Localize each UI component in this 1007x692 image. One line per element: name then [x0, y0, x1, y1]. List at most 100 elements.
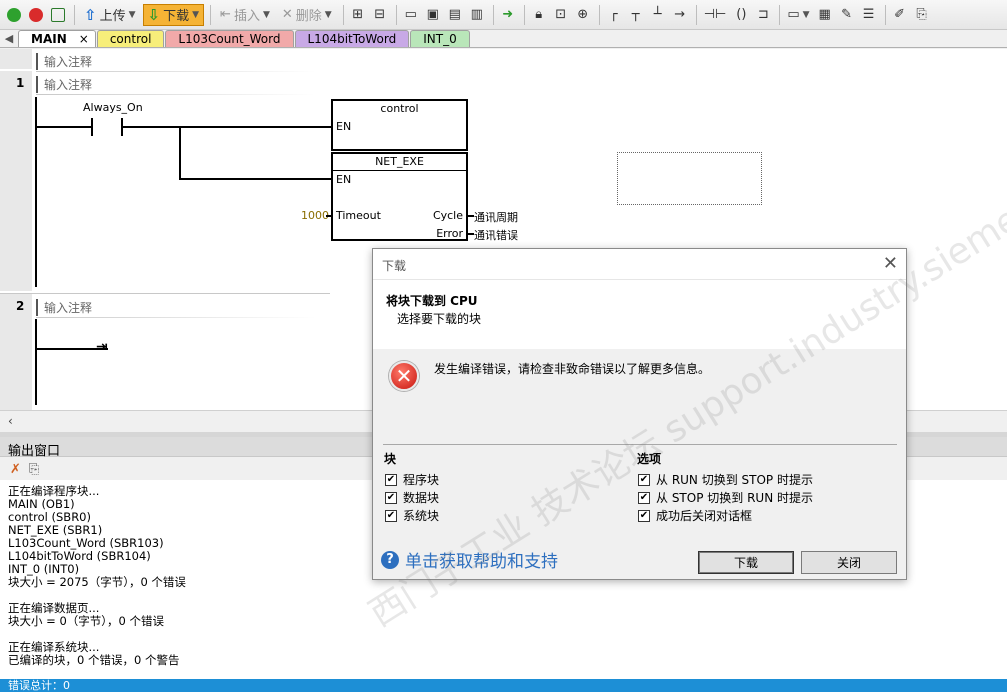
close-on-success-checkbox[interactable]: ✔ 成功后关闭对话框	[638, 507, 752, 524]
run-icon[interactable]	[4, 4, 24, 26]
network-edit-icon[interactable]: ⊟	[370, 4, 390, 26]
contact-icon[interactable]: ⊣⊢	[701, 4, 730, 26]
system-block-checkbox[interactable]: ✔ 系统块	[385, 507, 439, 524]
checkbox-label: 从 RUN 切换到 STOP 时提示	[656, 473, 813, 487]
network-icon[interactable]: ⊞	[348, 4, 368, 26]
tab-control[interactable]: control	[96, 30, 165, 47]
close-button[interactable]: 关闭	[801, 551, 897, 574]
copy-icon[interactable]: ⎘	[29, 462, 39, 477]
network1-gutter	[0, 71, 32, 291]
stop-icon[interactable]	[26, 4, 46, 26]
program-comment[interactable]: 输入注释	[36, 53, 92, 70]
checkbox-label: 数据块	[403, 491, 440, 505]
download-confirm-button[interactable]: 下载	[698, 551, 794, 574]
help-link[interactable]: ? 单击获取帮助和支持	[381, 547, 558, 572]
close-icon[interactable]: ×	[79, 32, 89, 46]
cycle-variable[interactable]: 通讯周期	[474, 209, 518, 225]
insert-button[interactable]: ⇤ 插入 ▼	[215, 4, 275, 26]
scroll-left-icon[interactable]: ‹	[8, 414, 13, 428]
block-open-icon[interactable]: ▣	[423, 4, 443, 26]
insert-label: 插入	[233, 9, 260, 24]
wire	[179, 126, 181, 180]
toolbar-separator	[884, 4, 886, 25]
net-exe-box[interactable]: NET_EXE EN Timeout Cycle Error	[331, 152, 468, 241]
goto-icon[interactable]: ➜	[498, 4, 518, 26]
control-box[interactable]: control EN	[331, 99, 468, 151]
delete-button[interactable]: ✕ 删除 ▼	[277, 4, 337, 26]
options-section-title: 选项	[637, 452, 662, 466]
checkbox-checked-icon: ✔	[385, 473, 397, 486]
tab-main[interactable]: MAIN ×	[18, 30, 96, 47]
upload-button[interactable]: ⇧ 上传 ▼	[79, 4, 141, 26]
tab-int0[interactable]: INT_0	[410, 30, 470, 47]
contact-left[interactable]	[91, 118, 93, 136]
block-icon[interactable]: ▭	[401, 4, 421, 26]
stop-to-run-checkbox[interactable]: ✔ 从 STOP 切换到 RUN 时提示	[638, 489, 813, 506]
power-rail	[35, 319, 37, 405]
tab-label: L104bitToWord	[307, 32, 397, 46]
tab-l103count-word[interactable]: L103Count_Word	[165, 30, 294, 47]
block-export-icon[interactable]: ▤	[445, 4, 465, 26]
insert-point-arrow-icon[interactable]: ⇥	[96, 339, 108, 355]
box-title: NET_EXE	[375, 155, 424, 168]
chevron-down-icon: ▼	[324, 9, 332, 20]
toolbar-separator	[779, 4, 781, 25]
download-dialog: 下载 ✕ 将块下载到 CPU 选择要下载的块 ✕ 发生编译错误，请检查非致命错误…	[372, 248, 907, 580]
bookmark-icon[interactable]: ⎘	[912, 4, 932, 26]
toolbar: ⇧ 上传 ▼ ⇩ 下载 ▼ ⇤ 插入 ▼ ✕ 删除 ▼ ⊞ ⊟ ▭ ▣ ▤ ▥ …	[0, 0, 1007, 30]
tab-label: control	[109, 32, 152, 46]
line-up-icon[interactable]: ┴	[648, 4, 668, 26]
run-to-stop-checkbox[interactable]: ✔ 从 RUN 切换到 STOP 时提示	[638, 471, 813, 488]
block-import-icon[interactable]: ▥	[467, 4, 487, 26]
error-total-status: 错误总计：0	[0, 679, 1007, 692]
symbol-icon[interactable]: ▭ ▼	[784, 4, 812, 26]
checkbox-label: 从 STOP 切换到 RUN 时提示	[656, 491, 813, 505]
selection-cursor[interactable]	[617, 152, 762, 205]
box-icon[interactable]: ⊐	[753, 4, 773, 26]
comment-icon[interactable]: ✎	[837, 4, 857, 26]
network2-comment[interactable]: 输入注释	[36, 299, 92, 316]
checkbox-checked-icon: ✔	[638, 491, 650, 504]
lock-icon[interactable]: 🔒︎	[529, 4, 549, 26]
error-variable[interactable]: 通讯错误	[474, 227, 518, 243]
tab-l104bittoword[interactable]: L104bitToWord	[294, 30, 410, 47]
wire	[326, 215, 332, 217]
coil-icon[interactable]: ()	[731, 4, 751, 26]
en-pin: EN	[336, 173, 352, 186]
tab-label: L103Count_Word	[178, 32, 281, 46]
program-block-checkbox[interactable]: ✔ 程序块	[385, 471, 439, 488]
unlock-icon[interactable]: ⊡	[551, 4, 571, 26]
timeout-value[interactable]: 1000	[301, 209, 329, 222]
branch-icon[interactable]: ┌	[604, 4, 624, 26]
toolbar-separator	[598, 4, 600, 25]
tab-label: MAIN	[31, 32, 67, 46]
error-message: 发生编译错误，请检查非致命错误以了解更多信息。	[434, 362, 711, 376]
dialog-heading: 将块下载到 CPU	[386, 294, 478, 308]
line-down-icon[interactable]: ┬	[626, 4, 646, 26]
error-icon: ✕	[389, 361, 419, 391]
clear-icon[interactable]: ✗	[10, 462, 21, 477]
log-line: 已编译的块，0 个错误，0 个警告	[8, 653, 180, 667]
table-icon[interactable]: ▦	[815, 4, 835, 26]
toolbar-separator	[492, 4, 494, 25]
dialog-titlebar[interactable]: 下载 ✕	[373, 249, 906, 279]
download-button[interactable]: ⇩ 下载 ▼	[142, 3, 205, 26]
upload-arrow-icon: ⇧	[84, 5, 97, 24]
help-icon: ?	[381, 550, 399, 569]
wire	[36, 126, 91, 128]
blocks-section-title: 块	[384, 452, 397, 466]
network1-comment[interactable]: 输入注释	[36, 76, 92, 93]
close-icon[interactable]: ✕	[883, 253, 898, 274]
note-icon[interactable]: ✐	[890, 4, 910, 26]
properties-icon[interactable]: ☰	[859, 4, 879, 26]
line-right-icon[interactable]: →	[670, 4, 690, 26]
tab-scroll-left-icon[interactable]: ◀	[0, 30, 18, 47]
insert-icon: ⇤	[220, 7, 231, 22]
data-block-checkbox[interactable]: ✔ 数据块	[385, 489, 439, 506]
pou-tabs: ◀ MAIN × control L103Count_Word L104bitT…	[0, 30, 1007, 48]
lock-add-icon[interactable]: ⊕	[573, 4, 593, 26]
network2-number: 2	[16, 299, 25, 313]
comment-gutter	[0, 49, 32, 69]
compile-icon[interactable]	[48, 4, 68, 26]
